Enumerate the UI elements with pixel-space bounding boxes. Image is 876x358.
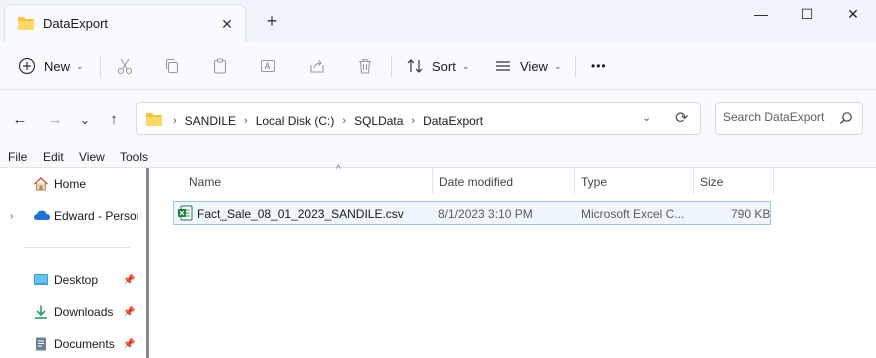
expand-chevron-icon[interactable]: ›: [10, 211, 13, 222]
separator: [575, 56, 576, 78]
new-tab-button[interactable]: +: [261, 10, 283, 32]
onedrive-cloud-icon: [33, 208, 51, 225]
new-label: New: [44, 58, 71, 74]
column-header-size[interactable]: Size: [694, 168, 774, 194]
nav-item-home[interactable]: Home: [0, 172, 140, 196]
pin-icon[interactable]: 📌: [123, 307, 135, 318]
chevron-down-icon: ⌄: [553, 60, 562, 71]
search-input[interactable]: [723, 110, 835, 124]
nav-item-downloads[interactable]: Downloads 📌: [0, 300, 140, 324]
sort-icon: [406, 57, 424, 75]
file-size: 790 KB: [731, 207, 771, 221]
forward-button[interactable]: →: [44, 109, 66, 131]
column-header-label: Size: [700, 175, 724, 189]
folder-icon: [145, 111, 163, 130]
desktop-icon: [33, 272, 49, 291]
documents-icon: [33, 336, 49, 355]
breadcrumb: › SANDILE › Local Disk (C:) › SQLData › …: [145, 111, 483, 130]
nav-item-desktop[interactable]: Desktop 📌: [0, 268, 140, 292]
breadcrumb-sandile[interactable]: SANDILE: [185, 114, 236, 128]
tab-close-button[interactable]: ✕: [217, 14, 237, 34]
downloads-icon: [33, 304, 49, 323]
address-bar[interactable]: › SANDILE › Local Disk (C:) › SQLData › …: [136, 102, 701, 135]
copy-icon: [163, 57, 181, 75]
nav-item-documents[interactable]: Documents 📌: [0, 332, 140, 356]
share-icon: [308, 57, 326, 75]
search-icon[interactable]: [839, 111, 853, 128]
chevron-right-icon[interactable]: ›: [411, 115, 415, 127]
refresh-icon[interactable]: ⟳: [675, 108, 688, 128]
sort-label: Sort: [432, 58, 456, 74]
view-label: View: [520, 58, 548, 74]
column-header-type[interactable]: Type: [575, 168, 694, 194]
title-bar: DataExport ✕ + — ☐ ✕: [0, 0, 876, 42]
cut-icon: [116, 57, 134, 75]
file-list: Name ^ Date modified Type Size Fact_Sale…: [149, 164, 876, 358]
pin-icon[interactable]: 📌: [123, 275, 135, 286]
separator: [100, 56, 101, 78]
breadcrumb-dataexport[interactable]: DataExport: [423, 114, 483, 128]
menu-tools[interactable]: Tools: [120, 150, 148, 164]
rename-icon: [259, 57, 277, 75]
share-button[interactable]: [308, 52, 326, 80]
copy-button[interactable]: [163, 52, 181, 80]
pin-icon[interactable]: 📌: [123, 339, 135, 350]
file-date-modified: 8/1/2023 3:10 PM: [438, 207, 533, 221]
rename-button[interactable]: [259, 52, 277, 80]
chevron-right-icon[interactable]: ›: [244, 115, 248, 127]
recent-locations-button[interactable]: ⌄: [74, 109, 96, 131]
up-button[interactable]: ↑: [103, 109, 125, 131]
menu-view[interactable]: View: [79, 150, 105, 164]
menu-file[interactable]: File: [8, 150, 27, 164]
nav-item-label: Home: [54, 177, 87, 191]
nav-divider: [24, 247, 130, 248]
menu-bar: File Edit View Tools: [0, 148, 876, 168]
excel-csv-icon: [177, 205, 193, 224]
chevron-right-icon[interactable]: ›: [342, 115, 346, 127]
maximize-button[interactable]: ☐: [784, 0, 830, 30]
close-button[interactable]: ✕: [830, 0, 876, 30]
navigation-pane: Home › Edward - Persor Desktop 📌 Downloa…: [0, 168, 146, 358]
column-header-label: Name: [189, 175, 222, 189]
column-header-label: Type: [581, 175, 608, 189]
tab-dataexport[interactable]: DataExport ✕: [4, 4, 246, 42]
address-history-dropdown[interactable]: ⌄: [642, 111, 651, 124]
column-header-label: Date modified: [439, 175, 514, 189]
more-options-button[interactable]: •••: [591, 52, 607, 80]
chevron-right-icon[interactable]: ›: [173, 115, 177, 127]
delete-icon: [356, 57, 374, 75]
table-row[interactable]: Fact_Sale_08_01_2023_SANDILE.csv 8/1/202…: [173, 201, 771, 225]
paste-icon: [211, 57, 229, 75]
column-header-date-modified[interactable]: Date modified: [433, 168, 575, 194]
back-button[interactable]: ←: [9, 109, 31, 131]
new-button[interactable]: New ⌄: [18, 52, 84, 80]
cut-button[interactable]: [116, 52, 134, 80]
search-box[interactable]: [715, 102, 863, 135]
chevron-down-icon: ⌄: [76, 60, 84, 71]
command-bar: New ⌄ Sort ⌄ View ⌄ •••: [0, 42, 876, 90]
separator: [391, 56, 392, 78]
home-icon: [33, 176, 49, 195]
address-row: ← → ⌄ ↑ › SANDILE › Local Disk (C:) › SQ…: [0, 90, 876, 148]
minimize-button[interactable]: —: [738, 0, 784, 30]
view-button[interactable]: View ⌄: [494, 52, 562, 80]
column-header-name[interactable]: Name ^: [183, 164, 433, 194]
file-name: Fact_Sale_08_01_2023_SANDILE.csv: [197, 207, 404, 221]
breadcrumb-sqldata[interactable]: SQLData: [354, 114, 403, 128]
more-icon: •••: [591, 59, 607, 73]
nav-item-label: Edward - Persor: [54, 209, 138, 223]
view-icon: [494, 57, 512, 75]
chevron-down-icon: ⌄: [461, 60, 470, 71]
nav-item-onedrive[interactable]: › Edward - Persor: [0, 204, 140, 228]
sort-ascending-icon: ^: [336, 164, 341, 175]
folder-icon: [17, 15, 35, 34]
file-type: Microsoft Excel C...: [581, 207, 685, 221]
breadcrumb-local-disk[interactable]: Local Disk (C:): [256, 114, 335, 128]
paste-button[interactable]: [211, 52, 229, 80]
menu-edit[interactable]: Edit: [43, 150, 64, 164]
sort-button[interactable]: Sort ⌄: [406, 52, 469, 80]
tab-title: DataExport: [43, 16, 109, 31]
plus-circle-icon: [18, 57, 36, 75]
delete-button[interactable]: [356, 52, 374, 80]
